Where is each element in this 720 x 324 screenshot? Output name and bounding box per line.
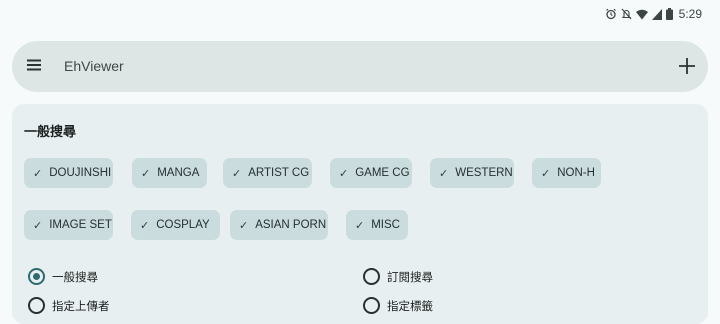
radio-label: 指定標籤 [387, 300, 433, 313]
chip-label: WESTERN [455, 167, 513, 179]
check-icon: ✓ [33, 219, 43, 232]
category-chip-image-set[interactable]: ✓ IMAGE SET [24, 210, 113, 240]
radio-tag-search[interactable]: 指定標籤 [363, 297, 433, 314]
wifi-icon [635, 9, 648, 19]
add-icon[interactable] [678, 57, 696, 75]
radio-selected-icon [28, 268, 45, 285]
check-icon: ✓ [339, 167, 349, 180]
check-icon: ✓ [541, 167, 551, 180]
category-chip-non-h[interactable]: ✓ NON-H [532, 158, 601, 188]
radio-subscription-search[interactable]: 訂閱搜尋 [363, 268, 433, 285]
chip-label: DOUJINSHI [49, 167, 112, 179]
chip-label: MISC [371, 219, 400, 231]
radio-normal-search[interactable]: 一般搜尋 [28, 268, 98, 285]
chip-label: IMAGE SET [49, 219, 112, 231]
status-icons: 5:29 [605, 7, 702, 21]
category-chip-asian-porn[interactable]: ✓ ASIAN PORN [230, 210, 328, 240]
radio-unselected-icon [28, 297, 45, 314]
category-chip-game-cg[interactable]: ✓ GAME CG [330, 158, 412, 188]
radio-uploader-search[interactable]: 指定上傳者 [28, 297, 110, 314]
radio-label: 訂閱搜尋 [387, 271, 433, 284]
clock: 5:29 [678, 7, 702, 21]
check-icon: ✓ [140, 219, 150, 232]
check-icon: ✓ [141, 167, 151, 180]
check-icon: ✓ [355, 219, 365, 232]
category-chip-western[interactable]: ✓ WESTERN [430, 158, 514, 188]
category-chip-doujinshi[interactable]: ✓ DOUJINSHI [24, 158, 113, 188]
alarm-icon [605, 8, 616, 20]
chip-label: MANGA [157, 167, 200, 179]
menu-icon[interactable] [27, 59, 41, 71]
check-icon: ✓ [33, 167, 43, 180]
radio-unselected-icon [363, 268, 380, 285]
check-icon: ✓ [439, 167, 449, 180]
chip-label: NON-H [557, 167, 595, 179]
check-icon: ✓ [232, 167, 242, 180]
chip-label: ASIAN PORN [255, 219, 327, 231]
signal-icon [651, 8, 662, 20]
chip-label: COSPLAY [156, 219, 210, 231]
radio-label: 一般搜尋 [52, 271, 98, 284]
chip-label: ARTIST CG [248, 167, 310, 179]
category-chip-artist-cg[interactable]: ✓ ARTIST CG [223, 158, 312, 188]
search-options-panel: 一般搜尋 ✓ DOUJINSHI ✓ MANGA ✓ ARTIST CG ✓ G… [12, 104, 708, 324]
battery-icon [665, 8, 673, 20]
category-chip-manga[interactable]: ✓ MANGA [132, 158, 207, 188]
status-bar: 5:29 [0, 0, 720, 30]
category-chip-cosplay[interactable]: ✓ COSPLAY [131, 210, 220, 240]
category-chip-misc[interactable]: ✓ MISC [346, 210, 408, 240]
check-icon: ✓ [239, 219, 249, 232]
radio-unselected-icon [363, 297, 380, 314]
search-input[interactable]: EhViewer [64, 58, 124, 74]
section-title: 一般搜尋 [24, 124, 77, 139]
mute-icon [621, 8, 632, 20]
radio-label: 指定上傳者 [52, 300, 110, 313]
search-bar[interactable]: EhViewer [12, 41, 708, 92]
chip-label: GAME CG [355, 167, 410, 179]
